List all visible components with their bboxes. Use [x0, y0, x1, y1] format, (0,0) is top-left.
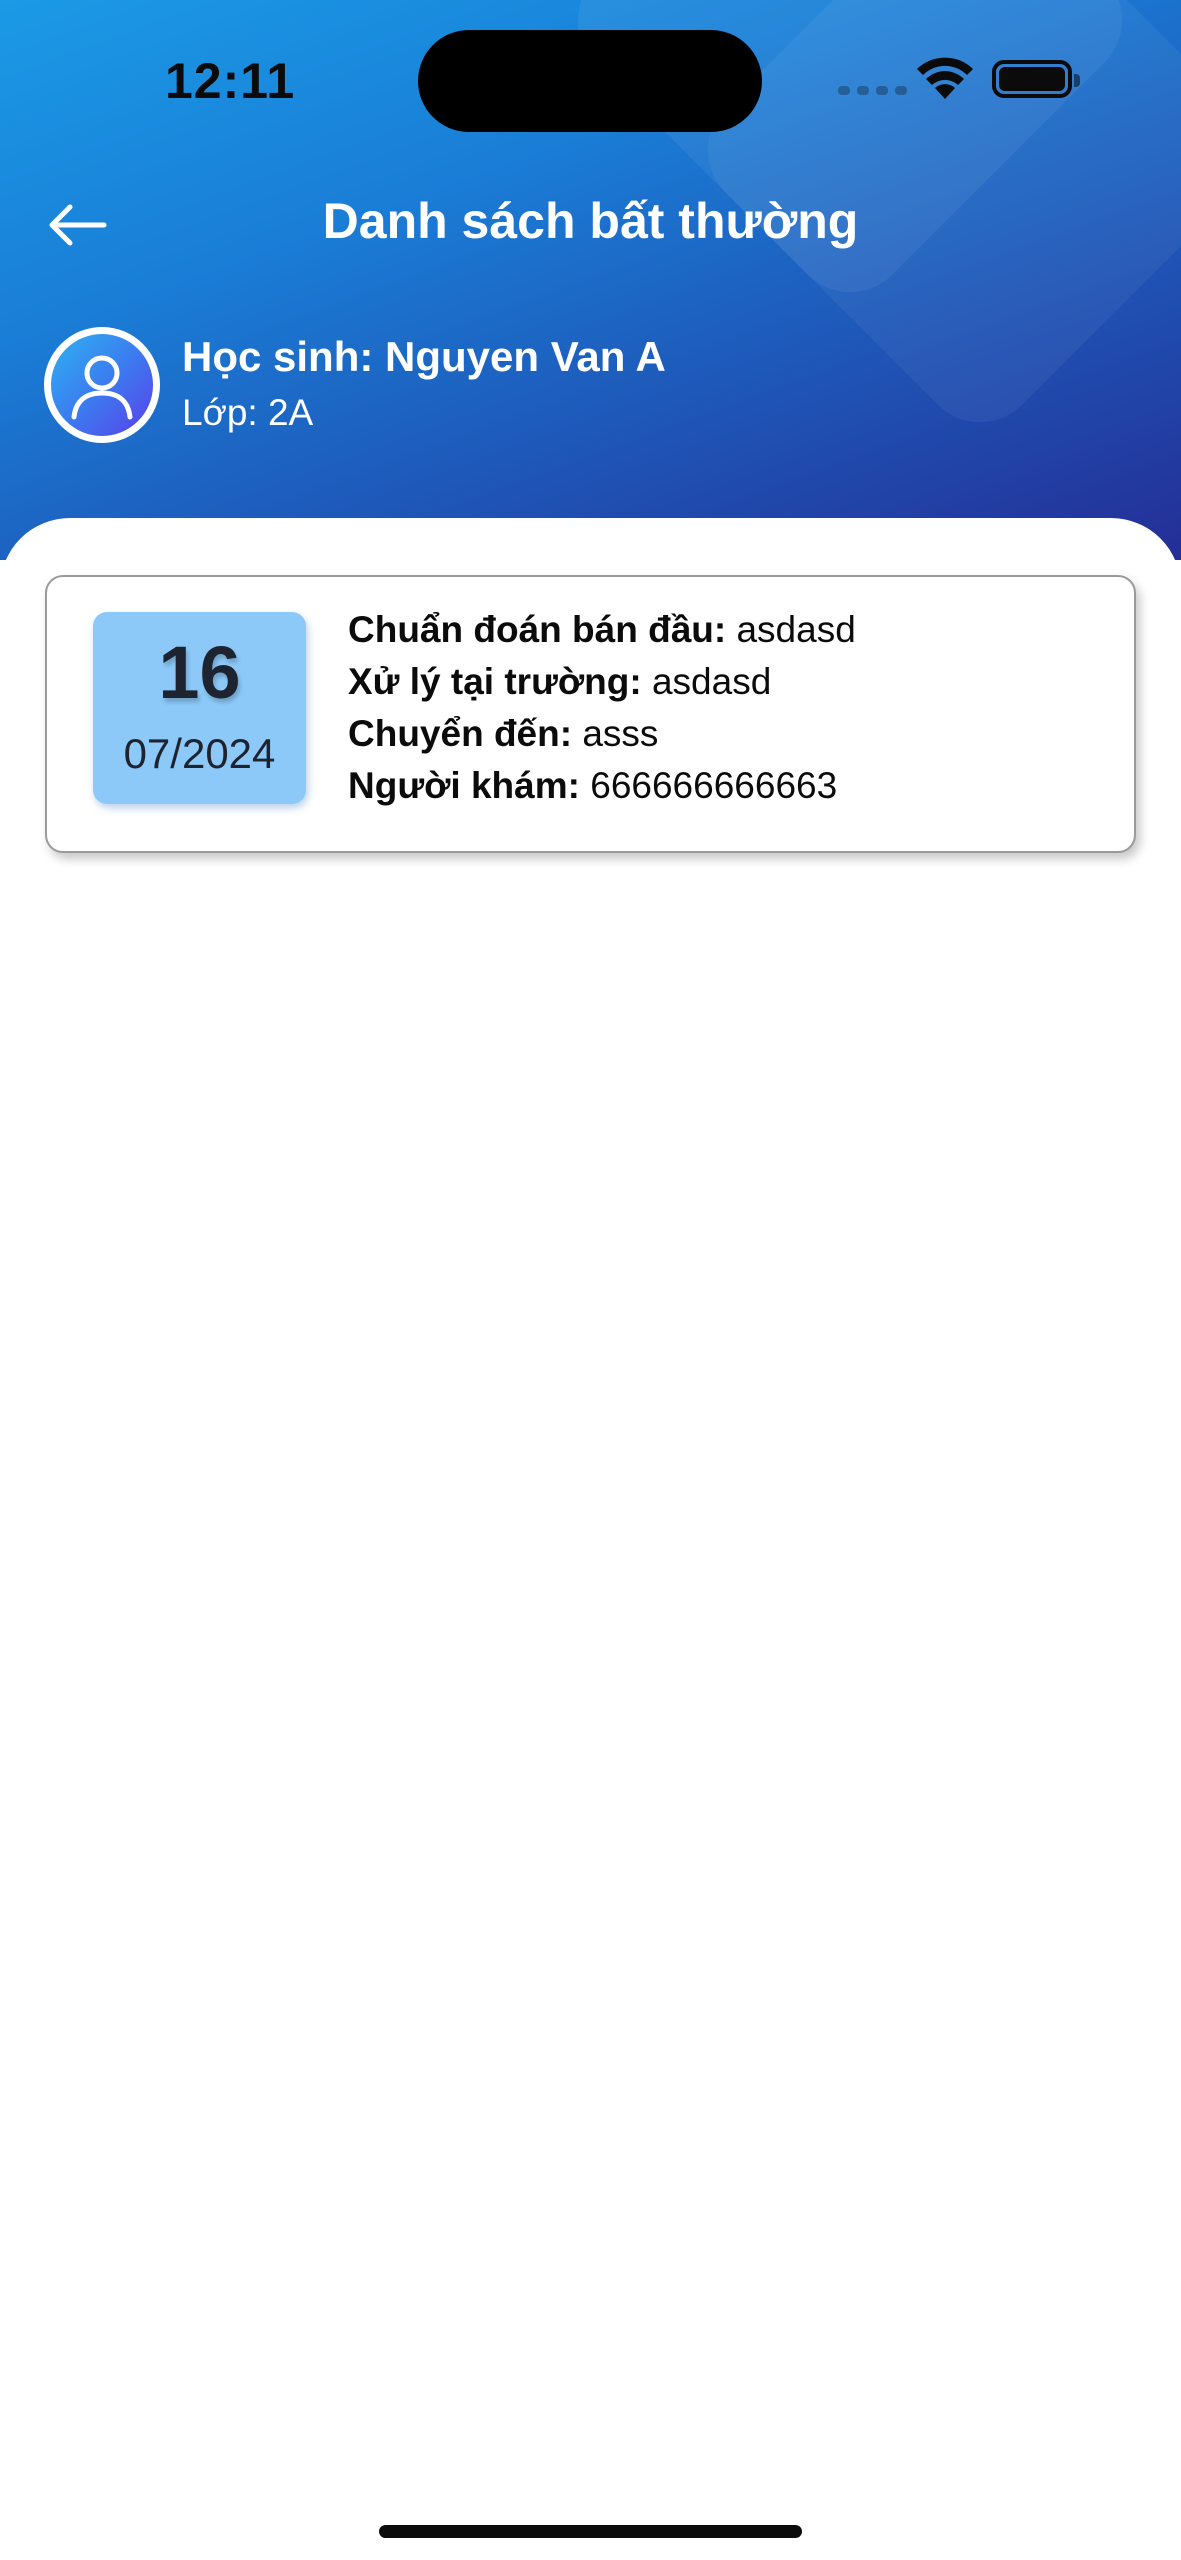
avatar [44, 327, 160, 443]
home-indicator[interactable] [379, 2525, 802, 2538]
transfer-value: asss [582, 713, 659, 754]
transfer-label: Chuyển đến: [348, 713, 573, 754]
examiner-value: 666666666663 [590, 765, 838, 806]
status-time: 12:11 [165, 53, 296, 109]
record-month-year: 07/2024 [123, 730, 276, 777]
treatment-line: Xử lý tại trường: asdasd [348, 656, 856, 708]
page-title: Danh sách bất thường [322, 193, 859, 249]
wifi-icon [917, 57, 973, 99]
screen: 12:11 Danh sách bất thường Học sinh: Ngu… [0, 0, 1181, 2560]
dynamic-island [418, 30, 762, 132]
student-name: Học sinh: Nguyen Van A [182, 333, 666, 380]
transfer-line: Chuyển đến: asss [348, 708, 856, 760]
treatment-label: Xử lý tại trường: [348, 661, 642, 702]
diagnosis-line: Chuẩn đoán bán đầu: asdasd [348, 604, 856, 656]
record-details: Chuẩn đoán bán đầu: asdasd Xử lý tại trư… [348, 604, 856, 812]
student-class: Lớp: 2A [182, 392, 314, 433]
diagnosis-value: asdasd [736, 609, 856, 650]
date-badge: 16 07/2024 [93, 612, 306, 804]
user-icon [71, 355, 133, 420]
abnormality-record-card[interactable]: 16 07/2024 Chuẩn đoán bán đầu: asdasd Xử… [45, 575, 1136, 853]
examiner-label: Người khám: [348, 765, 580, 806]
record-day: 16 [158, 631, 241, 714]
diagnosis-label: Chuẩn đoán bán đầu: [348, 609, 727, 650]
battery-icon [992, 60, 1080, 98]
treatment-value: asdasd [651, 661, 772, 702]
cellular-signal-icon [838, 86, 907, 95]
examiner-line: Người khám: 666666666663 [348, 760, 856, 812]
